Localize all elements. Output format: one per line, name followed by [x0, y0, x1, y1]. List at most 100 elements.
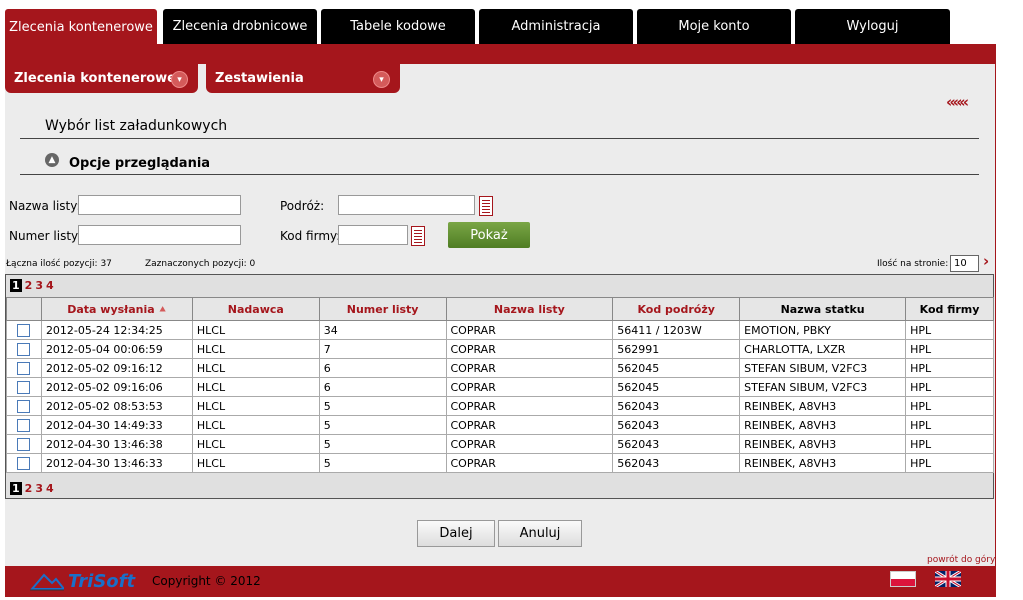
table-cell: STEFAN SIBUM, V2FC3 — [739, 377, 907, 397]
pager-link[interactable]: 4 — [46, 279, 54, 292]
table-cell: HPL — [905, 339, 994, 359]
table-cell: REINBEK, A8VH3 — [739, 396, 907, 416]
data-table: Data wysłania ⯅ Nadawca Numer listy Nazw… — [6, 297, 994, 473]
table-cell: HPL — [905, 415, 994, 435]
table-cell: 2012-04-30 13:46:33 — [40, 453, 193, 473]
per-page-input[interactable] — [950, 255, 979, 272]
top-navigation: Zlecenia kontenerowe Zlecenia drobnicowe… — [5, 9, 1023, 45]
pager-bottom: 1 2 3 4 — [10, 482, 54, 495]
podroz-input[interactable] — [338, 195, 475, 215]
nav-tab-wyloguj[interactable]: Wyloguj — [795, 9, 950, 44]
table-cell: COPRAR — [445, 339, 614, 359]
row-checkbox[interactable] — [17, 418, 31, 432]
table-cell: 5 — [318, 396, 447, 416]
table-cell: 2012-05-02 09:16:12 — [40, 358, 193, 378]
pager-link[interactable]: 3 — [35, 279, 43, 292]
table-row[interactable]: 2012-04-30 13:46:38 HLCL 5 COPRAR 562043 REIN… — [6, 434, 994, 454]
list-picker-icon[interactable] — [479, 196, 493, 216]
table-cell: HLCL — [191, 358, 320, 378]
next-page-arrow-icon[interactable]: › — [983, 252, 989, 270]
table-cell: COPRAR — [445, 415, 614, 435]
nav-tab-administracja[interactable]: Administracja — [479, 9, 633, 44]
column-header-nadawca[interactable]: Nadawca — [191, 297, 320, 321]
row-checkbox[interactable] — [17, 361, 31, 375]
back-to-top-link[interactable]: powrót do góry — [927, 555, 995, 565]
select-column-header — [6, 297, 42, 321]
table-cell: HLCL — [191, 453, 320, 473]
table-cell: EMOTION, PBKY — [739, 320, 907, 340]
table-row[interactable]: 2012-05-02 09:16:12 HLCL 6 COPRAR 562045 STEF… — [6, 358, 994, 378]
table-row[interactable]: 2012-05-24 12:34:25 HLCL 34 COPRAR 56411 / 1… — [6, 320, 994, 340]
table-cell: COPRAR — [445, 358, 614, 378]
table-cell: 2012-05-02 09:16:06 — [40, 377, 193, 397]
kod-firmy-label: Kod firmy: — [280, 229, 341, 243]
table-cell: 562045 — [612, 377, 741, 397]
row-checkbox[interactable] — [17, 437, 31, 451]
show-button[interactable]: Pokaż — [448, 222, 530, 248]
table-row[interactable]: 2012-05-02 08:53:53 HLCL 5 COPRAR 562043 REIN… — [6, 396, 994, 416]
logo-text: TriSoft — [68, 570, 136, 592]
table-cell: 562043 — [612, 434, 741, 454]
sort-up-icon: ⯅ — [158, 304, 167, 316]
row-checkbox[interactable] — [17, 323, 31, 337]
list-picker-icon[interactable] — [411, 226, 425, 246]
table-cell: CHARLOTTA, LXZR — [739, 339, 907, 359]
row-checkbox-cell — [6, 320, 42, 340]
table-cell: HPL — [905, 396, 994, 416]
table-cell: 6 — [318, 377, 447, 397]
back-arrows-icon[interactable]: ««« — [946, 93, 969, 111]
uk-flag-icon[interactable] — [935, 571, 961, 587]
table-row[interactable]: 2012-05-02 09:16:06 HLCL 6 COPRAR 562045 STEF… — [6, 377, 994, 397]
kod-firmy-input[interactable] — [338, 225, 408, 245]
table-cell: 2012-05-02 08:53:53 — [40, 396, 193, 416]
nav-tab-tabele-kodowe[interactable]: Tabele kodowe — [321, 9, 475, 44]
table-cell: 562043 — [612, 396, 741, 416]
table-cell: COPRAR — [445, 434, 614, 454]
table-cell: HLCL — [191, 320, 320, 340]
nazwa-listy-label: Nazwa listy: — [9, 199, 81, 213]
cancel-button[interactable]: Anuluj — [498, 520, 582, 547]
table-cell: COPRAR — [445, 453, 614, 473]
numer-listy-input[interactable] — [78, 225, 241, 245]
subtab-zlecenia-kontenerowe[interactable]: Zlecenia kontenerowe ▾ — [5, 64, 198, 93]
row-checkbox[interactable] — [17, 380, 31, 394]
row-checkbox[interactable] — [17, 399, 31, 413]
next-button[interactable]: Dalej — [417, 520, 495, 547]
options-title[interactable]: Opcje przeglądania — [69, 156, 210, 171]
column-header-kod-podrozy[interactable]: Kod podróży — [612, 297, 741, 321]
pager-link[interactable]: 2 — [25, 482, 33, 495]
pl-flag-icon[interactable] — [890, 571, 916, 587]
page-title: Wybór list załadunkowych — [45, 118, 228, 134]
subtab-label: Zlecenia kontenerowe — [14, 71, 176, 86]
table-row[interactable]: 2012-05-04 00:06:59 HLCL 7 COPRAR 562991 CHAR… — [6, 339, 994, 359]
row-checkbox[interactable] — [17, 456, 31, 470]
table-row[interactable]: 2012-04-30 14:49:33 HLCL 5 COPRAR 562043 REIN… — [6, 415, 994, 435]
per-page-label: Ilość na stronie: — [877, 259, 949, 269]
table-row[interactable]: 2012-04-30 13:46:33 HLCL 5 COPRAR 562043 REIN… — [6, 453, 994, 473]
row-checkbox-cell — [6, 396, 42, 416]
table-cell: HLCL — [191, 339, 320, 359]
column-header-data-wyslania[interactable]: Data wysłania ⯅ — [40, 297, 193, 321]
nazwa-listy-input[interactable] — [78, 195, 241, 215]
pager-link[interactable]: 3 — [35, 482, 43, 495]
row-checkbox-cell — [6, 453, 42, 473]
subtab-label: Zestawienia — [215, 71, 304, 86]
trisoft-logo: TriSoft — [30, 570, 135, 592]
column-header-nazwa-listy[interactable]: Nazwa listy — [445, 297, 614, 321]
row-checkbox[interactable] — [17, 342, 31, 356]
subtab-zestawienia[interactable]: Zestawienia ▾ — [206, 64, 400, 93]
table-cell: 7 — [318, 339, 447, 359]
table-cell: STEFAN SIBUM, V2FC3 — [739, 358, 907, 378]
copyright: Copyright © 2012 — [152, 574, 261, 588]
column-header-numer-listy[interactable]: Numer listy — [318, 297, 447, 321]
pager-current: 1 — [10, 482, 22, 495]
collapse-up-icon[interactable]: ▲ — [45, 153, 59, 167]
table-cell: 562043 — [612, 415, 741, 435]
nav-tab-zlecenia-drobnicowe[interactable]: Zlecenia drobnicowe — [163, 9, 317, 44]
table-cell: REINBEK, A8VH3 — [739, 434, 907, 454]
divider — [20, 174, 979, 175]
nav-tab-zlecenia-kontenerowe[interactable]: Zlecenia kontenerowe — [5, 9, 157, 45]
nav-tab-moje-konto[interactable]: Moje konto — [637, 9, 791, 44]
pager-link[interactable]: 4 — [46, 482, 54, 495]
pager-link[interactable]: 2 — [25, 279, 33, 292]
